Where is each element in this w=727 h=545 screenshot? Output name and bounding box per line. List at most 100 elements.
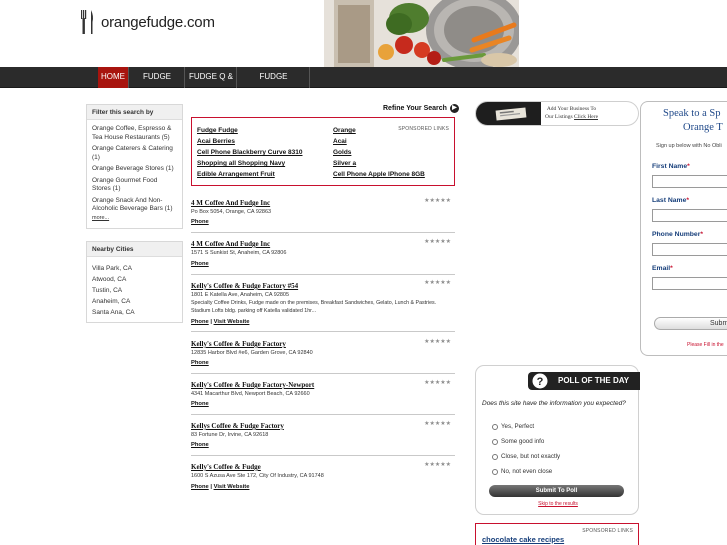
site-logo[interactable]: orangefudge.com — [80, 8, 215, 36]
sponsored-link[interactable]: Cell Phone Apple IPhone 8GB — [333, 171, 425, 178]
filter-item-label: Orange Coffee, Espresso & — [92, 125, 172, 132]
listing-item: Kelly's Coffee & Fudge Factory-Newport ★… — [191, 377, 455, 415]
listing-address: 4341 Macarthur Blvd, Newport Beach, CA 9… — [191, 391, 310, 397]
phone-link[interactable]: Phone — [191, 484, 209, 490]
refine-search-link[interactable]: Refine Your Search ▶ — [383, 104, 459, 113]
email-input[interactable] — [652, 277, 727, 290]
city-link[interactable]: Villa Park, CA — [87, 263, 182, 274]
fork-knife-icon — [81, 10, 93, 34]
arrow-right-icon: ▶ — [449, 104, 459, 113]
sponsored-link[interactable]: Orange — [333, 127, 356, 134]
filter-item[interactable]: Orange Beverage Stores (1) — [87, 165, 182, 174]
sponsored-link[interactable]: Edible Arrangement Fruit — [197, 171, 275, 178]
listing-name[interactable]: Kelly's Coffee & Fudge Factory-Newport — [191, 381, 314, 389]
skip-to-results-link[interactable]: Skip to the results — [476, 501, 640, 507]
nav-home[interactable]: HOME — [98, 67, 129, 88]
nav-fudge-qa[interactable]: FUDGE Q & A — [186, 67, 237, 101]
sponsored-tag: SPONSORED LINKS — [398, 126, 449, 132]
listing-name[interactable]: 4 M Coffee And Fudge Inc — [191, 199, 270, 207]
radio-button[interactable] — [492, 453, 498, 460]
listing-name[interactable]: Kelly's Coffee & Fudge Factory #54 — [191, 282, 298, 290]
phone-link[interactable]: Phone — [191, 319, 209, 325]
sponsored-link[interactable]: Silver a — [333, 160, 356, 167]
filter-item-label: Stores (1) — [92, 185, 121, 192]
sponsored-tag: SPONSORED LINKS — [582, 528, 633, 534]
rating-stars: ★★★★★ — [424, 339, 451, 345]
poll-option-label: Yes, Perfect — [501, 423, 535, 430]
filter-item[interactable]: Orange Caterers & Catering (1) — [87, 145, 182, 162]
city-link[interactable]: Anaheim, CA — [87, 296, 182, 307]
filter-item-label: Orange Gourmet Food — [92, 176, 158, 184]
first-name-input[interactable] — [652, 175, 727, 188]
listing-item: Kelly's Coffee & Fudge Factory ★★★★★ 128… — [191, 336, 455, 374]
form-submit-button[interactable]: Submi — [654, 317, 727, 330]
page: orangefudge.com HOME FUDGE NEWS FUDGE Q … — [0, 0, 727, 545]
header-photo-vegetables — [324, 0, 519, 67]
listing-name[interactable]: 4 M Coffee And Fudge Inc — [191, 240, 270, 248]
sponsored-link[interactable]: Acai — [333, 138, 347, 145]
poll-option[interactable]: Yes, Perfect — [492, 423, 534, 430]
radio-button[interactable] — [492, 438, 498, 445]
ad-text: Add Your Business To Our Listings Click … — [545, 105, 598, 121]
listing-name[interactable]: Kelly's Coffee & Fudge — [191, 463, 261, 471]
listing-address: 12835 Harbor Blvd #e6, Garden Grove, CA … — [191, 350, 313, 356]
logo-text: orangefudge.com — [101, 13, 215, 31]
filter-item-label: Orange Snack And Non- — [92, 196, 163, 204]
last-name-input[interactable] — [652, 209, 727, 222]
sponsored-link[interactable]: Acai Berries — [197, 138, 235, 145]
business-card-icon — [495, 107, 527, 121]
filter-item-label: Orange Caterers & Catering — [92, 145, 173, 152]
visit-website-link[interactable]: Visit Website — [214, 319, 250, 325]
submit-poll-button[interactable]: Submit To Poll — [489, 485, 624, 497]
listing-links: Phone | Visit Website — [191, 319, 250, 325]
listing-links: Phone — [191, 261, 209, 267]
phone-link[interactable]: Phone — [191, 360, 209, 366]
poll-option[interactable]: Some good info — [492, 438, 544, 445]
vegetables-illustration — [324, 0, 519, 67]
sponsored-link[interactable]: Fudge Fudge — [197, 127, 238, 134]
ad-line1: Add Your Business To — [546, 106, 597, 112]
poll-option-label: Some good info — [501, 438, 545, 445]
nav-fudge-products[interactable]: FUDGE PRODUCTS — [238, 67, 310, 101]
sponsored-link[interactable]: Cell Phone Blackberry Curve 8310 — [197, 149, 303, 156]
listing-links: Phone — [191, 442, 209, 448]
poll-option[interactable]: Close, but not exactly — [492, 453, 560, 460]
filter-item-label: Orange Beverage Stores (1) — [92, 165, 174, 172]
phone-link[interactable]: Phone — [191, 261, 209, 267]
phone-link[interactable]: Phone — [191, 442, 209, 448]
add-business-banner[interactable]: Add Your Business To Our Listings Click … — [475, 101, 639, 126]
required-mark: * — [700, 231, 703, 238]
form-note: Please Fill in the — [687, 342, 724, 348]
filter-item[interactable]: Orange Gourmet Food Stores (1) — [87, 177, 182, 194]
visit-website-link[interactable]: Visit Website — [214, 484, 250, 490]
filter-title: Filter this search by — [87, 105, 182, 120]
listing-item: 4 M Coffee And Fudge Inc ★★★★★ Po Box 50… — [191, 195, 455, 233]
city-link[interactable]: Santa Ana, CA — [87, 307, 182, 318]
click-here-link[interactable]: Click Here — [574, 114, 598, 120]
city-link[interactable]: Atwood, CA — [87, 274, 182, 285]
email-label-text: Email — [652, 265, 671, 272]
sponsored-link[interactable]: Golds — [333, 149, 351, 156]
sponsored-link[interactable]: Shopping all Shopping Navy — [197, 160, 285, 167]
chocolate-cake-link[interactable]: chocolate cake recipes — [482, 535, 564, 544]
signup-text: Sign up below with No Obli — [656, 143, 722, 149]
listing-name[interactable]: Kelly's Coffee & Fudge Factory — [191, 340, 286, 348]
filter-item-label: Tea House Restaurants (5) — [92, 133, 170, 141]
phone-link[interactable]: Phone — [191, 401, 209, 407]
poll-option[interactable]: No, not even close — [492, 468, 552, 475]
city-link[interactable]: Tustin, CA — [87, 285, 182, 296]
listing-item: Kelly's Coffee & Fudge ★★★★★ 1600 S Azus… — [191, 459, 455, 497]
required-mark: * — [670, 265, 673, 272]
rating-stars: ★★★★★ — [424, 198, 451, 204]
radio-button[interactable] — [492, 423, 498, 430]
phone-link[interactable]: Phone — [191, 219, 209, 225]
more-filters-link[interactable]: more... — [87, 215, 182, 221]
filter-item[interactable]: Orange Coffee, Espresso & Tea House Rest… — [87, 125, 182, 142]
nav-fudge-news[interactable]: FUDGE NEWS — [130, 67, 185, 101]
phone-input[interactable] — [652, 243, 727, 256]
main-nav: HOME FUDGE NEWS FUDGE Q & A FUDGE PRODUC… — [0, 67, 727, 101]
listing-name[interactable]: Kellys Coffee & Fudge Factory — [191, 422, 284, 430]
ad-line2-prefix: Our Listings — [545, 114, 575, 120]
radio-button[interactable] — [492, 468, 498, 475]
filter-item[interactable]: Orange Snack And Non- Alcoholic Beverage… — [87, 197, 182, 214]
